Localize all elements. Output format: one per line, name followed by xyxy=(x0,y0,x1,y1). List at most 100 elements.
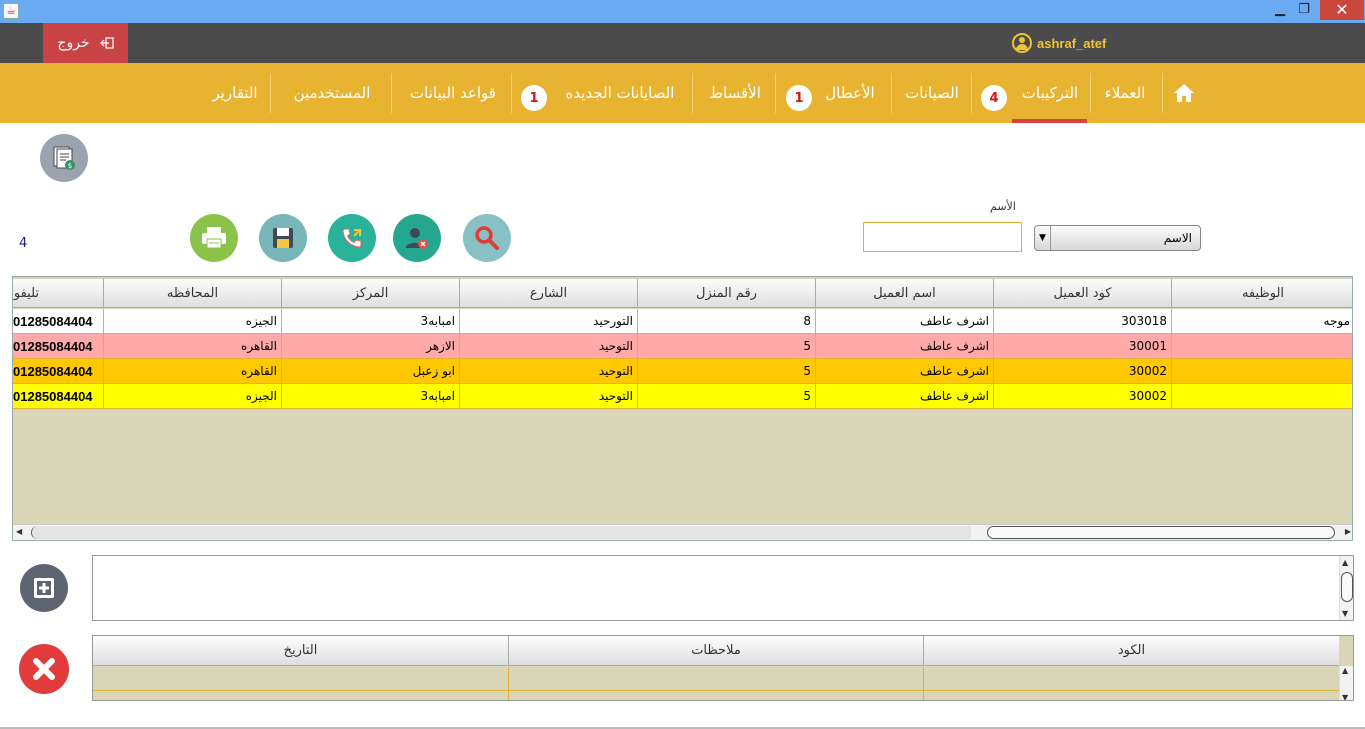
delete-button[interactable] xyxy=(19,644,69,694)
tab-reports[interactable]: التقارير xyxy=(204,63,266,123)
column-header[interactable]: تليفو xyxy=(13,279,103,308)
column-header[interactable]: كود العميل xyxy=(993,279,1171,308)
table-row[interactable]: 30001 اشرف عاطف 5 التوحيد الازهر القاهره 01285… xyxy=(13,334,1352,359)
add-note-button[interactable] xyxy=(20,564,68,612)
table-cell-gov[interactable]: القاهره xyxy=(103,334,281,358)
table-cell-phone[interactable]: 01285084404 xyxy=(13,359,103,383)
table-cell-street[interactable]: التوحيد xyxy=(459,359,637,383)
notes-table-scrollbar[interactable]: ▲ ▼ xyxy=(1339,666,1353,700)
search-input[interactable] xyxy=(863,222,1022,252)
table-cell-phone[interactable]: 01285084404 xyxy=(13,309,103,333)
search-icon xyxy=(475,226,499,250)
tab-installments-label: الأقساط xyxy=(709,84,761,102)
customers-table[interactable]: الوظيفه كود العميل اسم العميل رقم المنزل… xyxy=(12,276,1353,541)
table-cell-name[interactable]: اشرف عاطف xyxy=(815,309,993,333)
table-cell-gov[interactable]: الجيزه xyxy=(103,309,281,333)
maximize-button[interactable]: ❐ xyxy=(1290,0,1318,20)
tab-maintenance[interactable]: الصيانات xyxy=(898,63,966,123)
tab-installations[interactable]: التركيبات xyxy=(1014,63,1086,123)
print-button[interactable] xyxy=(190,214,238,262)
horizontal-scrollbar[interactable]: ◀ ▶ xyxy=(13,524,1352,540)
notes-table[interactable]: الكود ملاحظات التاريخ ▲ ▼ xyxy=(92,635,1354,701)
search-label: الأسم xyxy=(990,200,1016,213)
table-header: الوظيفه كود العميل اسم العميل رقم المنزل… xyxy=(13,279,1352,308)
tab-installments[interactable]: الأقساط xyxy=(700,63,770,123)
table-row[interactable] xyxy=(93,667,1339,700)
table-cell-code[interactable]: 30001 xyxy=(993,334,1171,358)
vertical-scrollbar[interactable]: ▲ ▼ xyxy=(1339,556,1353,620)
installations-badge: 4 xyxy=(981,85,1007,111)
table-cell-code[interactable]: 303018 xyxy=(993,309,1171,333)
notes-textarea[interactable]: ▲ ▼ xyxy=(92,555,1354,621)
main-nav: العملاء التركيبات 4 الصيانات الأعطال 1 ا… xyxy=(0,63,1365,123)
invoice-icon: $ xyxy=(53,146,75,170)
window-titlebar: ☕ ▁ ❐ ✕ xyxy=(0,0,1365,23)
logout-label: خروج xyxy=(57,35,90,51)
column-header[interactable]: الكود xyxy=(923,636,1339,665)
table-cell-center[interactable]: امبابه3 xyxy=(281,384,459,408)
column-header[interactable]: التاريخ xyxy=(93,636,508,665)
tab-users-label: المستخدمين xyxy=(293,84,371,102)
search-field-select[interactable]: ▼ الاسم xyxy=(1034,225,1201,251)
table-cell-job[interactable]: موجه xyxy=(1171,309,1352,333)
table-row[interactable]: 30002 اشرف عاطف 5 التوحيد ابو زعبل القاهره 012… xyxy=(13,359,1352,384)
table-cell-job[interactable] xyxy=(1171,384,1352,408)
column-header[interactable]: اسم العميل xyxy=(815,279,993,308)
java-icon: ☕ xyxy=(3,3,19,19)
tab-maintenance-label: الصيانات xyxy=(905,84,959,102)
tab-new-maintenance[interactable]: الصايانات الجديده xyxy=(555,63,685,123)
table-cell-street[interactable]: التوحيد xyxy=(459,384,637,408)
table-cell-center[interactable]: امبابه3 xyxy=(281,309,459,333)
table-cell-gov[interactable]: الجيزه xyxy=(103,384,281,408)
close-window-button[interactable]: ✕ xyxy=(1320,0,1364,20)
tab-customers[interactable]: العملاء xyxy=(1094,63,1156,123)
logout-button[interactable]: خروج xyxy=(43,23,128,63)
home-icon[interactable] xyxy=(1172,82,1196,104)
tab-reports-label: التقارير xyxy=(212,84,258,102)
column-header[interactable]: المحافظه xyxy=(103,279,281,308)
table-cell-name[interactable]: اشرف عاطف xyxy=(815,359,993,383)
table-cell-job[interactable] xyxy=(1171,359,1352,383)
new-maintenance-badge: 1 xyxy=(521,85,547,111)
chevron-down-icon: ▼ xyxy=(1035,226,1051,250)
table-cell-house[interactable]: 5 xyxy=(637,359,815,383)
table-cell-phone[interactable]: 01285084404 xyxy=(13,334,103,358)
column-header[interactable]: ملاحظات xyxy=(508,636,923,665)
column-header[interactable]: رقم المنزل xyxy=(637,279,815,308)
current-user: ashraf_atef xyxy=(1012,33,1106,53)
table-cell-name[interactable]: اشرف عاطف xyxy=(815,384,993,408)
table-cell-name[interactable]: اشرف عاطف xyxy=(815,334,993,358)
column-header[interactable]: الوظيفه xyxy=(1171,279,1352,308)
table-row[interactable]: موجه 303018 اشرف عاطف 8 التورحيد امبابه3 الجيز… xyxy=(13,309,1352,334)
tab-faults[interactable]: الأعطال xyxy=(818,63,882,123)
username: ashraf_atef xyxy=(1037,35,1107,51)
table-row[interactable]: 30002 اشرف عاطف 5 التوحيد امبابه3 الجيزه 01285… xyxy=(13,384,1352,409)
table-cell-phone[interactable]: 01285084404 xyxy=(13,384,103,408)
top-bar: خروج ashraf_atef xyxy=(0,23,1365,63)
notes-table-header: الكود ملاحظات التاريخ xyxy=(93,636,1339,666)
table-cell-center[interactable]: الازهر xyxy=(281,334,459,358)
tab-users[interactable]: المستخدمين xyxy=(278,63,386,123)
logout-icon xyxy=(99,37,114,49)
table-cell-house[interactable]: 5 xyxy=(637,384,815,408)
remove-user-button[interactable] xyxy=(393,214,441,262)
table-cell-code[interactable]: 30002 xyxy=(993,359,1171,383)
active-tab-indicator xyxy=(1012,119,1087,123)
table-cell-center[interactable]: ابو زعبل xyxy=(281,359,459,383)
call-button[interactable] xyxy=(328,214,376,262)
table-cell-street[interactable]: التورحيد xyxy=(459,309,637,333)
table-cell-code[interactable]: 30002 xyxy=(993,384,1171,408)
table-cell-job[interactable] xyxy=(1171,334,1352,358)
column-header[interactable]: الشارع xyxy=(459,279,637,308)
table-cell-gov[interactable]: القاهره xyxy=(103,359,281,383)
tab-databases[interactable]: قواعد البيانات xyxy=(398,63,508,123)
scrollbar-thumb[interactable] xyxy=(987,526,1335,539)
user-avatar-icon xyxy=(1012,33,1032,53)
save-button[interactable] xyxy=(259,214,307,262)
table-cell-street[interactable]: التوحيد xyxy=(459,334,637,358)
search-button[interactable] xyxy=(463,214,511,262)
table-cell-house[interactable]: 5 xyxy=(637,334,815,358)
invoice-button[interactable]: $ xyxy=(40,134,88,182)
column-header[interactable]: المركز xyxy=(281,279,459,308)
table-cell-house[interactable]: 8 xyxy=(637,309,815,333)
